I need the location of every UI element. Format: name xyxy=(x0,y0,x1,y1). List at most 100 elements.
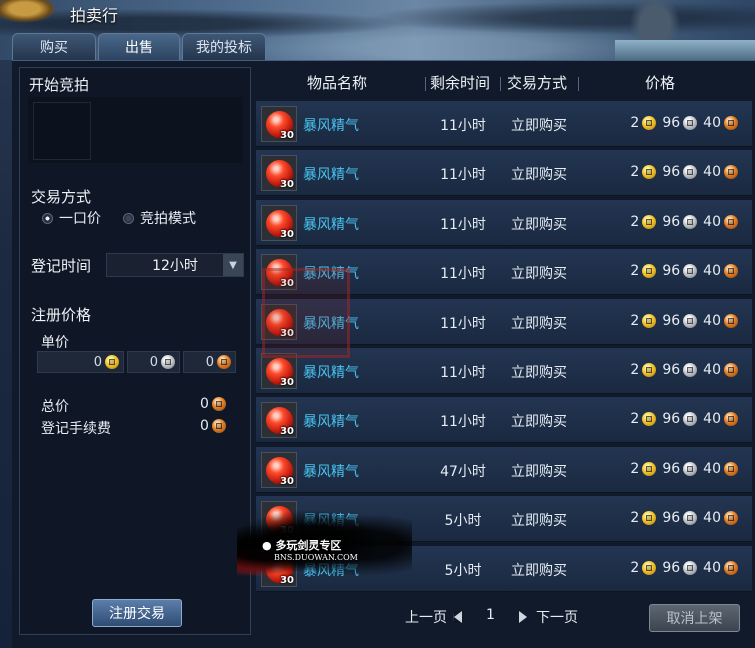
time-left: 11小时 xyxy=(440,316,486,332)
chevron-down-icon[interactable]: ▼ xyxy=(223,254,243,276)
trade-method: 立即购买 xyxy=(511,217,567,233)
item-name[interactable]: 暴风精气 xyxy=(303,362,359,382)
time-left: 5小时 xyxy=(444,563,482,579)
watermark-label: 多玩剑灵专区 xyxy=(275,539,342,552)
radio-fixed-price[interactable]: 一口价 xyxy=(42,208,101,228)
roof-decoration xyxy=(615,40,755,60)
watermark-url: BNS.DUOWAN.COM xyxy=(274,553,358,562)
price-silver: 96 xyxy=(662,461,681,477)
price-gold: 2 xyxy=(630,411,640,427)
silver-coin-icon xyxy=(683,165,698,179)
gold-coin-icon xyxy=(642,165,657,179)
silver-coin-icon xyxy=(683,511,698,525)
tab-my-bids[interactable]: 我的投标 xyxy=(182,33,266,60)
item-name[interactable]: 暴风精气 xyxy=(303,411,359,431)
cancel-listing-button[interactable]: 取消上架 xyxy=(649,604,740,632)
price-copper: 40 xyxy=(703,263,721,279)
item-price: 2 96 40 xyxy=(630,510,738,526)
radio-bid-mode[interactable]: 竞拍模式 xyxy=(123,208,196,228)
price-silver: 96 xyxy=(662,560,681,576)
item-quantity: 30 xyxy=(280,179,294,190)
total-price-label: 总价 xyxy=(41,399,69,415)
gold-coin-icon xyxy=(642,264,657,278)
arrow-right-icon[interactable] xyxy=(519,611,527,623)
total-price-number: 0 xyxy=(200,396,209,412)
price-gold: 2 xyxy=(630,362,640,378)
storm-essence-orb-icon[interactable]: 30 xyxy=(261,353,297,389)
time-left: 11小时 xyxy=(440,217,486,233)
time-left: 11小时 xyxy=(440,167,486,183)
header-time-left[interactable]: 剩余时间 xyxy=(430,72,490,93)
table-row[interactable]: 30 暴风精气 47小时 立即购买 2 96 40 xyxy=(256,447,752,493)
unit-price-copper-input[interactable]: 0 xyxy=(183,351,236,373)
copper-coin-icon xyxy=(724,314,738,328)
price-copper: 40 xyxy=(703,115,721,131)
radio-selected-icon[interactable] xyxy=(42,212,53,224)
copper-coin-icon xyxy=(724,462,738,476)
auction-section-title: 开始竞拍 xyxy=(29,76,90,94)
trade-method: 立即购买 xyxy=(511,316,567,332)
radio-unselected-icon[interactable] xyxy=(123,212,134,224)
duration-value: 12小时 xyxy=(152,258,198,274)
tab-buy[interactable]: 购买 xyxy=(12,33,96,60)
time-left: 11小时 xyxy=(440,414,486,430)
duration-select[interactable]: 12小时 ▼ xyxy=(106,253,244,277)
price-gold: 2 xyxy=(630,313,640,329)
storm-essence-orb-icon[interactable]: 30 xyxy=(261,452,297,488)
watermark-text: ● 多玩剑灵专区 BNS.DUOWAN.COM xyxy=(262,539,358,563)
storm-essence-orb-icon[interactable]: 30 xyxy=(261,205,297,241)
price-copper: 40 xyxy=(703,214,721,230)
copper-coin-icon xyxy=(724,412,738,426)
storm-essence-orb-icon[interactable]: 30 xyxy=(261,402,297,438)
header-item-name[interactable]: 物品名称 xyxy=(307,72,367,93)
item-name[interactable]: 暴风精气 xyxy=(303,115,359,135)
time-left: 11小时 xyxy=(440,118,486,134)
method-section-title: 交易方式 xyxy=(31,188,92,206)
gold-coin-icon xyxy=(642,412,657,426)
price-copper: 40 xyxy=(703,411,721,427)
item-name[interactable]: 暴风精气 xyxy=(303,164,359,184)
arrow-left-icon[interactable] xyxy=(453,611,462,623)
price-silver: 96 xyxy=(662,362,681,378)
unit-price-gold-input[interactable]: 0 xyxy=(37,351,124,373)
header-method[interactable]: 交易方式 xyxy=(507,72,567,93)
header-price[interactable]: 价格 xyxy=(645,72,675,93)
price-silver: 96 xyxy=(662,164,681,180)
tab-sell[interactable]: 出售 xyxy=(98,33,180,60)
trade-method: 立即购买 xyxy=(511,563,567,579)
storm-essence-orb-icon[interactable]: 30 xyxy=(261,106,297,142)
trade-method: 立即购买 xyxy=(511,365,567,381)
table-row[interactable]: 30 暴风精气 11小时 立即购买 2 96 40 xyxy=(256,200,752,246)
gold-coin-icon xyxy=(105,355,119,369)
item-quantity: 30 xyxy=(280,130,294,141)
silver-coin-icon xyxy=(683,462,698,476)
price-gold: 2 xyxy=(630,510,640,526)
radio-bid-mode-label: 竞拍模式 xyxy=(140,211,196,227)
item-price: 2 96 40 xyxy=(630,115,738,131)
prev-page-label[interactable]: 上一页 xyxy=(405,607,447,627)
item-price: 2 96 40 xyxy=(630,560,738,576)
item-name[interactable]: 暴风精气 xyxy=(303,214,359,234)
item-slot[interactable] xyxy=(33,102,91,160)
price-copper: 40 xyxy=(703,461,721,477)
fee-number: 0 xyxy=(200,418,209,434)
table-row[interactable]: 30 暴风精气 11小时 立即购买 2 96 40 xyxy=(256,150,752,196)
silver-coin-icon xyxy=(683,561,698,575)
gold-input-value: 0 xyxy=(93,354,102,370)
item-price: 2 96 40 xyxy=(630,214,738,230)
table-row[interactable]: 30 暴风精气 11小时 立即购买 2 96 40 xyxy=(256,101,752,147)
next-page-label[interactable]: 下一页 xyxy=(536,607,578,627)
trade-method: 立即购买 xyxy=(511,513,567,529)
copper-coin-icon xyxy=(724,165,738,179)
register-button[interactable]: 注册交易 xyxy=(92,599,182,627)
table-row[interactable]: 30 暴风精气 11小时 立即购买 2 96 40 xyxy=(256,397,752,443)
radio-fixed-price-label: 一口价 xyxy=(59,211,101,227)
copper-coin-icon xyxy=(724,264,738,278)
unit-price-silver-input[interactable]: 0 xyxy=(127,351,180,373)
header-divider xyxy=(578,77,579,91)
trade-method: 立即购买 xyxy=(511,414,567,430)
item-name[interactable]: 暴风精气 xyxy=(303,461,359,481)
storm-essence-orb-icon[interactable]: 30 xyxy=(261,155,297,191)
time-left: 11小时 xyxy=(440,266,486,282)
trade-method: 立即购买 xyxy=(511,118,567,134)
